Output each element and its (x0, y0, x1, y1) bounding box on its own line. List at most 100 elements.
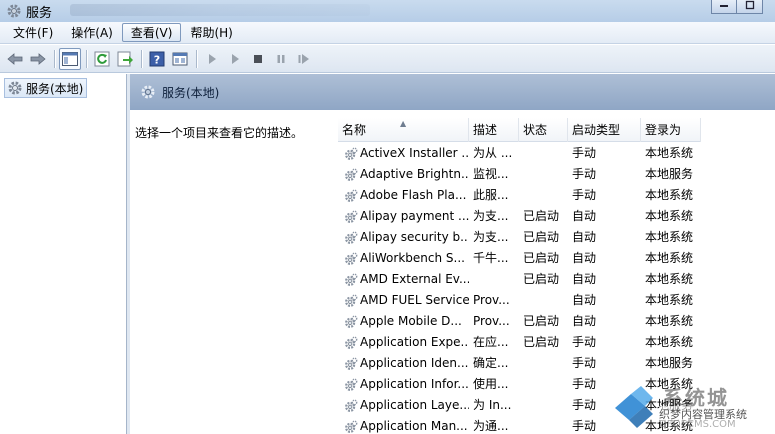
table-row[interactable]: Application Iden... 确定... 手动 本地服务 (338, 353, 701, 374)
stop-service-button[interactable] (247, 48, 269, 70)
table-row[interactable]: AliWorkbench S... 千牛... 已启动 自动 本地系统 (338, 248, 701, 269)
service-name: Application Laye... (360, 398, 469, 412)
column-header-row: 名称 ▲ 描述 状态 启动类型 登录为 (338, 118, 701, 142)
service-name: ActiveX Installer ... (360, 146, 469, 160)
services-gear-icon (8, 81, 22, 95)
table-row[interactable]: Alipay payment ... 为支... 已启动 自动 本地系统 (338, 206, 701, 227)
service-gear-icon (345, 210, 358, 223)
table-row[interactable]: AMD FUEL Service Prov... 自动 本地系统 (338, 290, 701, 311)
menu-view[interactable]: 查看(V) (121, 23, 182, 42)
watermark-url-text: DEDECMS.COM (659, 419, 736, 430)
service-status: 已启动 (523, 335, 560, 349)
service-description: Prov... (473, 314, 510, 328)
service-name: Alipay payment ... (360, 209, 469, 223)
title-blur (70, 4, 370, 16)
console-tree: 服务(本地) (0, 74, 127, 434)
service-name-cell: Adaptive Brightn... (338, 164, 469, 185)
toolbar-separator (141, 49, 142, 68)
service-status (519, 290, 568, 311)
service-name-cell: Application Laye... (338, 395, 469, 416)
service-status: 已启动 (523, 230, 560, 244)
service-name-cell: Apple Mobile D... (338, 311, 469, 332)
service-name: AMD External Ev... (360, 272, 469, 286)
service-gear-icon (345, 294, 358, 307)
start-service-button[interactable] (201, 48, 223, 70)
restart-service-button[interactable] (293, 48, 315, 70)
toolbar: ? (0, 45, 775, 73)
pause-service-button[interactable] (270, 48, 292, 70)
forward-button[interactable] (27, 48, 49, 70)
back-button[interactable] (4, 48, 26, 70)
pause-icon (277, 54, 285, 63)
service-gear-icon (345, 336, 358, 349)
service-name: Apple Mobile D... (360, 314, 462, 328)
table-row[interactable]: AMD External Ev... 已启动 自动 本地系统 (338, 269, 701, 290)
service-gear-icon (345, 378, 358, 391)
service-name: Adaptive Brightn... (360, 167, 469, 181)
service-status: 已启动 (523, 314, 560, 328)
show-console-tree-button[interactable] (59, 47, 81, 70)
table-row[interactable]: Application Expe... 在应... 已启动 手动 本地系统 (338, 332, 701, 353)
help-button[interactable]: ? (146, 48, 168, 70)
table-row[interactable]: Adobe Flash Pla... 此服... 手动 本地系统 (338, 185, 701, 206)
service-name-cell: Application Infor... (338, 374, 469, 395)
watermark: 系统城 织梦内容管理系统 DEDECMS.COM (611, 382, 771, 432)
service-startup-type: 手动 (572, 146, 597, 160)
menu-help[interactable]: 帮助(H) (181, 23, 241, 42)
service-name: Application Man... (360, 419, 468, 433)
service-description: 为支... (473, 230, 509, 244)
content-header: 服务(本地) (130, 74, 775, 110)
service-name-cell: Alipay payment ... (338, 206, 469, 227)
service-name: Application Expe... (360, 335, 469, 349)
tree-item-label: 服务(本地) (26, 81, 84, 96)
service-status (519, 143, 568, 164)
service-status (519, 353, 568, 374)
table-row[interactable]: Apple Mobile D... Prov... 已启动 自动 本地系统 (338, 311, 701, 332)
service-status (519, 416, 568, 434)
service-logon-as: 本地服务 (645, 167, 694, 181)
service-description: 为支... (473, 209, 509, 223)
column-header-startup-type[interactable]: 启动类型 (568, 118, 641, 142)
svg-text:?: ? (154, 53, 160, 66)
service-description: 千牛... (473, 251, 509, 265)
service-logon-as: 本地系统 (645, 251, 694, 265)
menu-action[interactable]: 操作(A) (62, 23, 122, 42)
service-name: Application Iden... (360, 356, 469, 370)
service-startup-type: 手动 (572, 335, 597, 349)
description-text: 选择一个项目来查看它的描述。 (135, 126, 304, 140)
service-logon-as: 本地系统 (645, 188, 694, 202)
export-list-button[interactable] (114, 48, 136, 70)
column-header-logon-as[interactable]: 登录为 (641, 118, 701, 142)
window-title: 服务 (26, 6, 53, 21)
service-gear-icon (345, 315, 358, 328)
service-status (519, 374, 568, 395)
toolbar-separator (196, 49, 197, 68)
service-status (519, 395, 568, 416)
column-header-description[interactable]: 描述 (469, 118, 519, 142)
properties-icon (172, 52, 188, 65)
service-description: 为通... (473, 419, 509, 433)
table-row[interactable]: ActiveX Installer ... 为从 ... 手动 本地系统 (338, 143, 701, 164)
column-header-name[interactable]: 名称 ▲ (338, 118, 469, 142)
properties-button[interactable] (169, 48, 191, 70)
service-startup-type: 自动 (572, 209, 597, 223)
service-name-cell: Alipay security b... (338, 227, 469, 248)
table-row[interactable]: Alipay security b... 为支... 已启动 自动 本地系统 (338, 227, 701, 248)
content-pane: 服务(本地) 选择一个项目来查看它的描述。 名称 ▲ 描述 状态 启动类型 登录… (130, 74, 775, 434)
service-logon-as: 本地系统 (645, 314, 694, 328)
table-row[interactable]: Adaptive Brightn... 监视... 手动 本地服务 (338, 164, 701, 185)
minimize-button[interactable] (711, 0, 737, 14)
tree-item-services-local[interactable]: 服务(本地) (4, 78, 88, 98)
refresh-button[interactable] (91, 48, 113, 70)
service-logon-as: 本地服务 (645, 356, 694, 370)
service-startup-type: 自动 (572, 251, 597, 265)
service-description: Prov... (473, 293, 510, 307)
service-status: 已启动 (523, 209, 560, 223)
maximize-button[interactable] (737, 0, 763, 14)
service-name-cell: Application Man... (338, 416, 469, 434)
start-service-alt-button[interactable] (224, 48, 246, 70)
column-header-status[interactable]: 状态 (519, 118, 568, 142)
service-description: 为从 ... (473, 146, 513, 160)
service-name: AliWorkbench S... (360, 251, 465, 265)
menu-file[interactable]: 文件(F) (4, 23, 62, 42)
